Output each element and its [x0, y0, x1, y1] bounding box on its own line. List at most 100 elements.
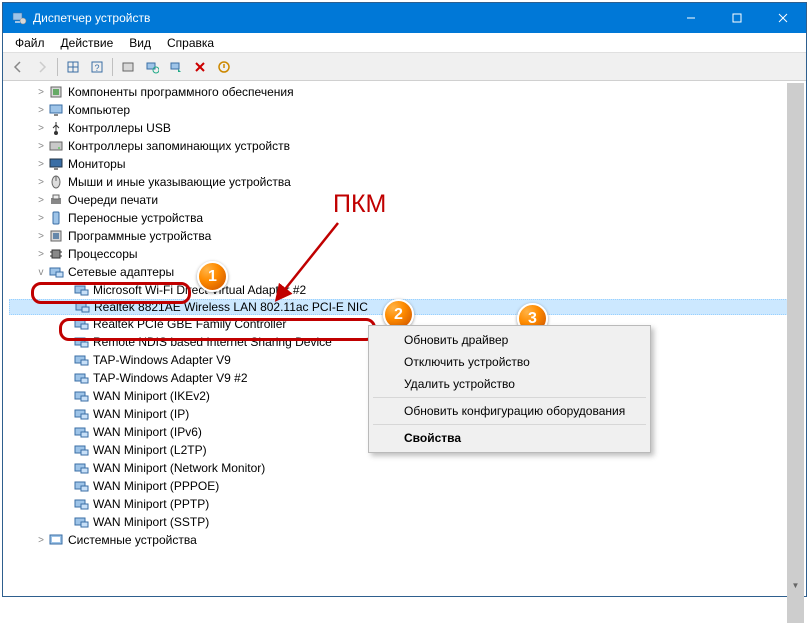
cm-properties[interactable]: Свойства	[372, 427, 647, 449]
tree-item-label: WAN Miniport (SSTP)	[93, 515, 209, 529]
net-icon	[74, 299, 90, 315]
scroll-down-icon[interactable]: ▼	[787, 577, 804, 594]
cpu-icon	[48, 246, 64, 262]
tree-category[interactable]: > Процессоры	[9, 245, 804, 263]
expander-icon[interactable]: >	[34, 231, 48, 242]
tree-item-label: Системные устройства	[68, 533, 197, 547]
tb-refresh[interactable]	[141, 56, 163, 78]
app-icon	[11, 10, 27, 26]
net-icon	[48, 264, 64, 280]
tree-item-label: Microsoft Wi-Fi Direct Virtual Adapter #…	[93, 283, 306, 297]
expander-icon[interactable]: >	[34, 141, 48, 152]
tree-category[interactable]: > Компоненты программного обеспечения	[9, 83, 804, 101]
tree-category-system[interactable]: > Системные устройства	[9, 531, 804, 549]
tree-item-adapter[interactable]: WAN Miniport (PPTP)	[9, 495, 804, 513]
net-icon	[73, 334, 89, 350]
tb-delete[interactable]	[189, 56, 211, 78]
tree-item-adapter[interactable]: Microsoft Wi-Fi Direct Virtual Adapter #…	[9, 281, 804, 299]
tree-category[interactable]: > Компьютер	[9, 101, 804, 119]
tb-help[interactable]: ?	[86, 56, 108, 78]
tree-item-label: WAN Miniport (PPTP)	[93, 497, 209, 511]
expander-icon[interactable]: >	[34, 535, 48, 546]
tree-category[interactable]: >Контроллеры USB	[9, 119, 804, 137]
tree-item-label: TAP-Windows Adapter V9 #2	[93, 371, 248, 385]
net-icon	[73, 478, 89, 494]
net-icon	[73, 460, 89, 476]
net-icon	[73, 514, 89, 530]
maximize-button[interactable]	[714, 3, 760, 33]
tree-item-label: Переносные устройства	[68, 211, 203, 225]
context-menu: Обновить драйвер Отключить устройство Уд…	[368, 325, 651, 453]
tb-action1[interactable]	[62, 56, 84, 78]
minimize-button[interactable]	[668, 3, 714, 33]
close-button[interactable]	[760, 3, 806, 33]
expander-icon[interactable]: >	[34, 249, 48, 260]
tb-update[interactable]	[165, 56, 187, 78]
tree-item-label: WAN Miniport (L2TP)	[93, 443, 207, 457]
net-icon	[73, 442, 89, 458]
cm-update-driver[interactable]: Обновить драйвер	[372, 329, 647, 351]
menu-file[interactable]: Файл	[7, 34, 53, 52]
expander-icon[interactable]: >	[34, 177, 48, 188]
computer-icon	[48, 102, 64, 118]
tree-category[interactable]: >Мыши и иные указывающие устройства	[9, 173, 804, 191]
tree-item-label: Remote NDIS based Internet Sharing Devic…	[93, 335, 332, 349]
tree-category[interactable]: > Переносные устройства	[9, 209, 804, 227]
portable-icon	[48, 210, 64, 226]
tree-item-label: Компьютер	[68, 103, 130, 117]
expander-icon[interactable]: >	[34, 123, 48, 134]
tree-item-label: Сетевые адаптеры	[68, 265, 174, 279]
tree-item-label: Realtek 8821AE Wireless LAN 802.11ac PCI…	[94, 300, 368, 314]
net-icon	[73, 388, 89, 404]
expander-icon[interactable]: >	[34, 105, 48, 116]
expander-icon[interactable]: >	[34, 213, 48, 224]
cm-scan[interactable]: Обновить конфигурацию оборудования	[372, 400, 647, 422]
net-icon	[73, 424, 89, 440]
tree-item-label: Мониторы	[68, 157, 125, 171]
storage-icon	[48, 138, 64, 154]
tree-category-network[interactable]: v Сетевые адаптеры	[9, 263, 804, 281]
net-icon	[73, 370, 89, 386]
tb-back[interactable]	[7, 56, 29, 78]
tree-item-label: Программные устройства	[68, 229, 211, 243]
tree-item-adapter[interactable]: WAN Miniport (PPPOE)	[9, 477, 804, 495]
scrollbar[interactable]: ▲ ▼	[787, 83, 804, 594]
tree-item-label: Компоненты программного обеспечения	[68, 85, 294, 99]
cm-uninstall[interactable]: Удалить устройство	[372, 373, 647, 395]
tree-item-adapter[interactable]: WAN Miniport (Network Monitor)	[9, 459, 804, 477]
net-icon	[73, 496, 89, 512]
tree-category[interactable]: > Программные устройства	[9, 227, 804, 245]
tree-item-adapter[interactable]: Realtek 8821AE Wireless LAN 802.11ac PCI…	[9, 299, 804, 315]
tree-item-label: WAN Miniport (Network Monitor)	[93, 461, 265, 475]
tb-disable[interactable]	[213, 56, 235, 78]
expander-icon[interactable]: >	[34, 87, 48, 98]
tree-category[interactable]: > Контроллеры запоминающих устройств	[9, 137, 804, 155]
tree-item-label: WAN Miniport (IPv6)	[93, 425, 202, 439]
tree-category[interactable]: >Очереди печати	[9, 191, 804, 209]
net-icon	[73, 282, 89, 298]
svg-text:?: ?	[94, 63, 99, 73]
net-icon	[73, 316, 89, 332]
menubar: Файл Действие Вид Справка	[3, 33, 806, 53]
tree-item-adapter[interactable]: WAN Miniport (SSTP)	[9, 513, 804, 531]
expander-icon[interactable]: >	[34, 159, 48, 170]
scroll-thumb[interactable]	[787, 83, 804, 623]
menu-view[interactable]: Вид	[121, 34, 159, 52]
menu-action[interactable]: Действие	[53, 34, 122, 52]
titlebar: Диспетчер устройств	[3, 3, 806, 33]
usb-icon	[48, 120, 64, 136]
tree-item-label: Realtek PCIe GBE Family Controller	[93, 317, 286, 331]
expander-icon[interactable]: v	[34, 267, 48, 278]
menu-help[interactable]: Справка	[159, 34, 222, 52]
cm-disable[interactable]: Отключить устройство	[372, 351, 647, 373]
tb-props[interactable]	[117, 56, 139, 78]
expander-icon[interactable]: >	[34, 195, 48, 206]
tree-item-label: Процессоры	[68, 247, 138, 261]
tb-forward[interactable]	[31, 56, 53, 78]
net-icon	[73, 406, 89, 422]
printer-icon	[48, 192, 64, 208]
tree-category[interactable]: > Мониторы	[9, 155, 804, 173]
tree-item-label: Контроллеры запоминающих устройств	[68, 139, 290, 153]
net-icon	[73, 352, 89, 368]
monitor-icon	[48, 156, 64, 172]
